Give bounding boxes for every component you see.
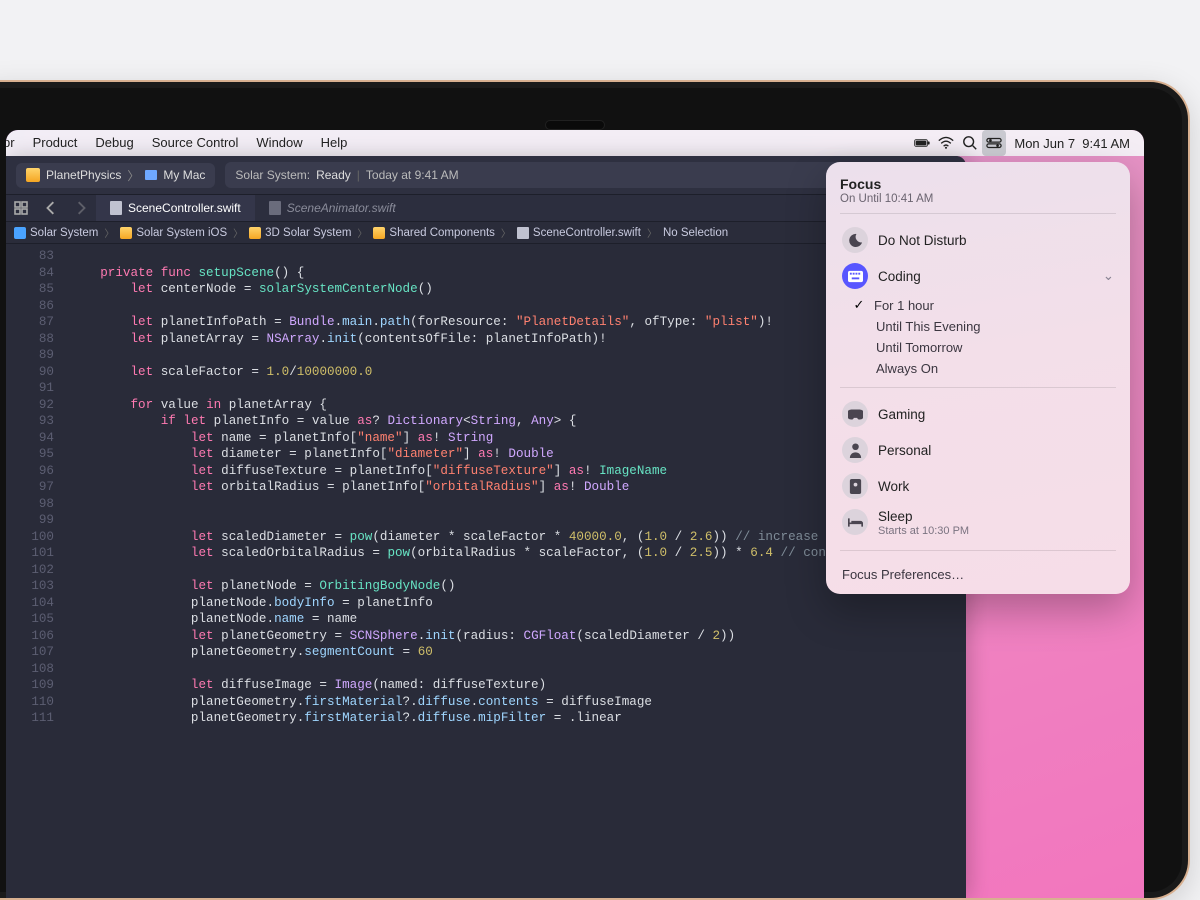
moon-icon (842, 227, 868, 253)
spotlight-icon[interactable] (958, 130, 982, 156)
menu-source-control[interactable]: Source Control (143, 130, 248, 156)
focus-duration-tomorrow[interactable]: Until Tomorrow (840, 337, 1116, 358)
menu-help[interactable]: Help (312, 130, 357, 156)
menu-pr[interactable]: pr (6, 130, 24, 156)
scheme-separator: 〉 (127, 167, 139, 184)
jump-icon (373, 227, 385, 239)
jump-segment[interactable]: SceneController.swift (533, 227, 641, 239)
mac-icon (145, 170, 157, 180)
status-time: Today at 9:41 AM (366, 168, 459, 182)
jump-icon (14, 227, 26, 239)
menubar-date[interactable]: Mon Jun 7 9:41 AM (1006, 136, 1138, 151)
tab-label: SceneController.swift (128, 201, 241, 215)
focus-title: Focus (840, 176, 1116, 192)
focus-duration-always[interactable]: Always On (840, 358, 1116, 379)
swift-file-icon (269, 201, 281, 215)
scheme-target: My Mac (163, 168, 205, 182)
menu-product[interactable]: Product (24, 130, 87, 156)
menu-debug[interactable]: Debug (86, 130, 142, 156)
focus-subtitle: On Until 10:41 AM (840, 193, 1116, 205)
chevron-down-icon: ⌄ (1103, 268, 1114, 284)
focus-mode-sleep[interactable]: Sleep Starts at 10:30 PM (840, 504, 1116, 542)
editor-tabs: SceneController.swift SceneAnimator.swif… (6, 194, 966, 222)
status-prefix: Solar System: (235, 168, 310, 182)
person-icon (842, 437, 868, 463)
check-icon: ✓ (852, 297, 866, 313)
nav-forward-button[interactable] (66, 195, 96, 221)
swift-file-icon (110, 201, 122, 215)
focus-preferences-link[interactable]: Focus Preferences… (840, 559, 1116, 586)
camera-notch (545, 120, 605, 130)
keyboard-icon (842, 263, 868, 289)
control-center-icon[interactable] (982, 130, 1006, 156)
badge-icon (842, 473, 868, 499)
focus-mode-personal[interactable]: Personal (840, 432, 1116, 468)
desktop: prProductDebugSource ControlWindowHelp M… (6, 130, 1144, 898)
project-icon (26, 168, 40, 182)
laptop-frame: prProductDebugSource ControlWindowHelp M… (0, 80, 1190, 900)
jump-segment[interactable]: 3D Solar System (265, 227, 351, 239)
xcode-window: PlanetPhysics 〉 My Mac Solar System: Rea… (6, 156, 966, 898)
wifi-icon[interactable] (934, 130, 958, 156)
xcode-toolbar: PlanetPhysics 〉 My Mac Solar System: Rea… (6, 156, 966, 194)
jump-icon (517, 227, 529, 239)
jump-segment[interactable]: Shared Components (389, 227, 494, 239)
menu-window[interactable]: Window (247, 130, 311, 156)
bed-icon (842, 509, 868, 535)
jump-bar[interactable]: Solar System〉Solar System iOS〉3D Solar S… (6, 222, 966, 244)
focus-duration-evening[interactable]: Until This Evening (840, 316, 1116, 337)
nav-back-button[interactable] (36, 195, 66, 221)
scheme-selector[interactable]: PlanetPhysics 〉 My Mac (16, 163, 215, 188)
focus-duration-1h[interactable]: ✓For 1 hour (840, 294, 1116, 316)
menubar: prProductDebugSource ControlWindowHelp M… (6, 130, 1144, 156)
jump-segment[interactable]: Solar System (30, 227, 98, 239)
focus-mode-gaming[interactable]: Gaming (840, 396, 1116, 432)
scheme-project: PlanetPhysics (46, 168, 121, 182)
focus-mode-coding[interactable]: Coding ⌄ (840, 258, 1116, 294)
focus-mode-work[interactable]: Work (840, 468, 1116, 504)
focus-mode-dnd[interactable]: Do Not Disturb (840, 222, 1116, 258)
sleep-subtitle: Starts at 10:30 PM (878, 525, 969, 537)
jump-segment[interactable]: No Selection (663, 227, 728, 239)
focus-panel: Focus On Until 10:41 AM Do Not Disturb C… (826, 162, 1130, 594)
controller-icon (842, 401, 868, 427)
jump-icon (249, 227, 261, 239)
jump-icon (120, 227, 132, 239)
tab-sceneanimator[interactable]: SceneAnimator.swift (255, 195, 410, 221)
tab-label: SceneAnimator.swift (287, 201, 396, 215)
jump-segment[interactable]: Solar System iOS (136, 227, 227, 239)
battery-icon[interactable] (910, 130, 934, 156)
status-word: Ready (316, 168, 351, 182)
related-items-button[interactable] (6, 195, 36, 221)
tab-scenecontroller[interactable]: SceneController.swift (96, 195, 255, 221)
